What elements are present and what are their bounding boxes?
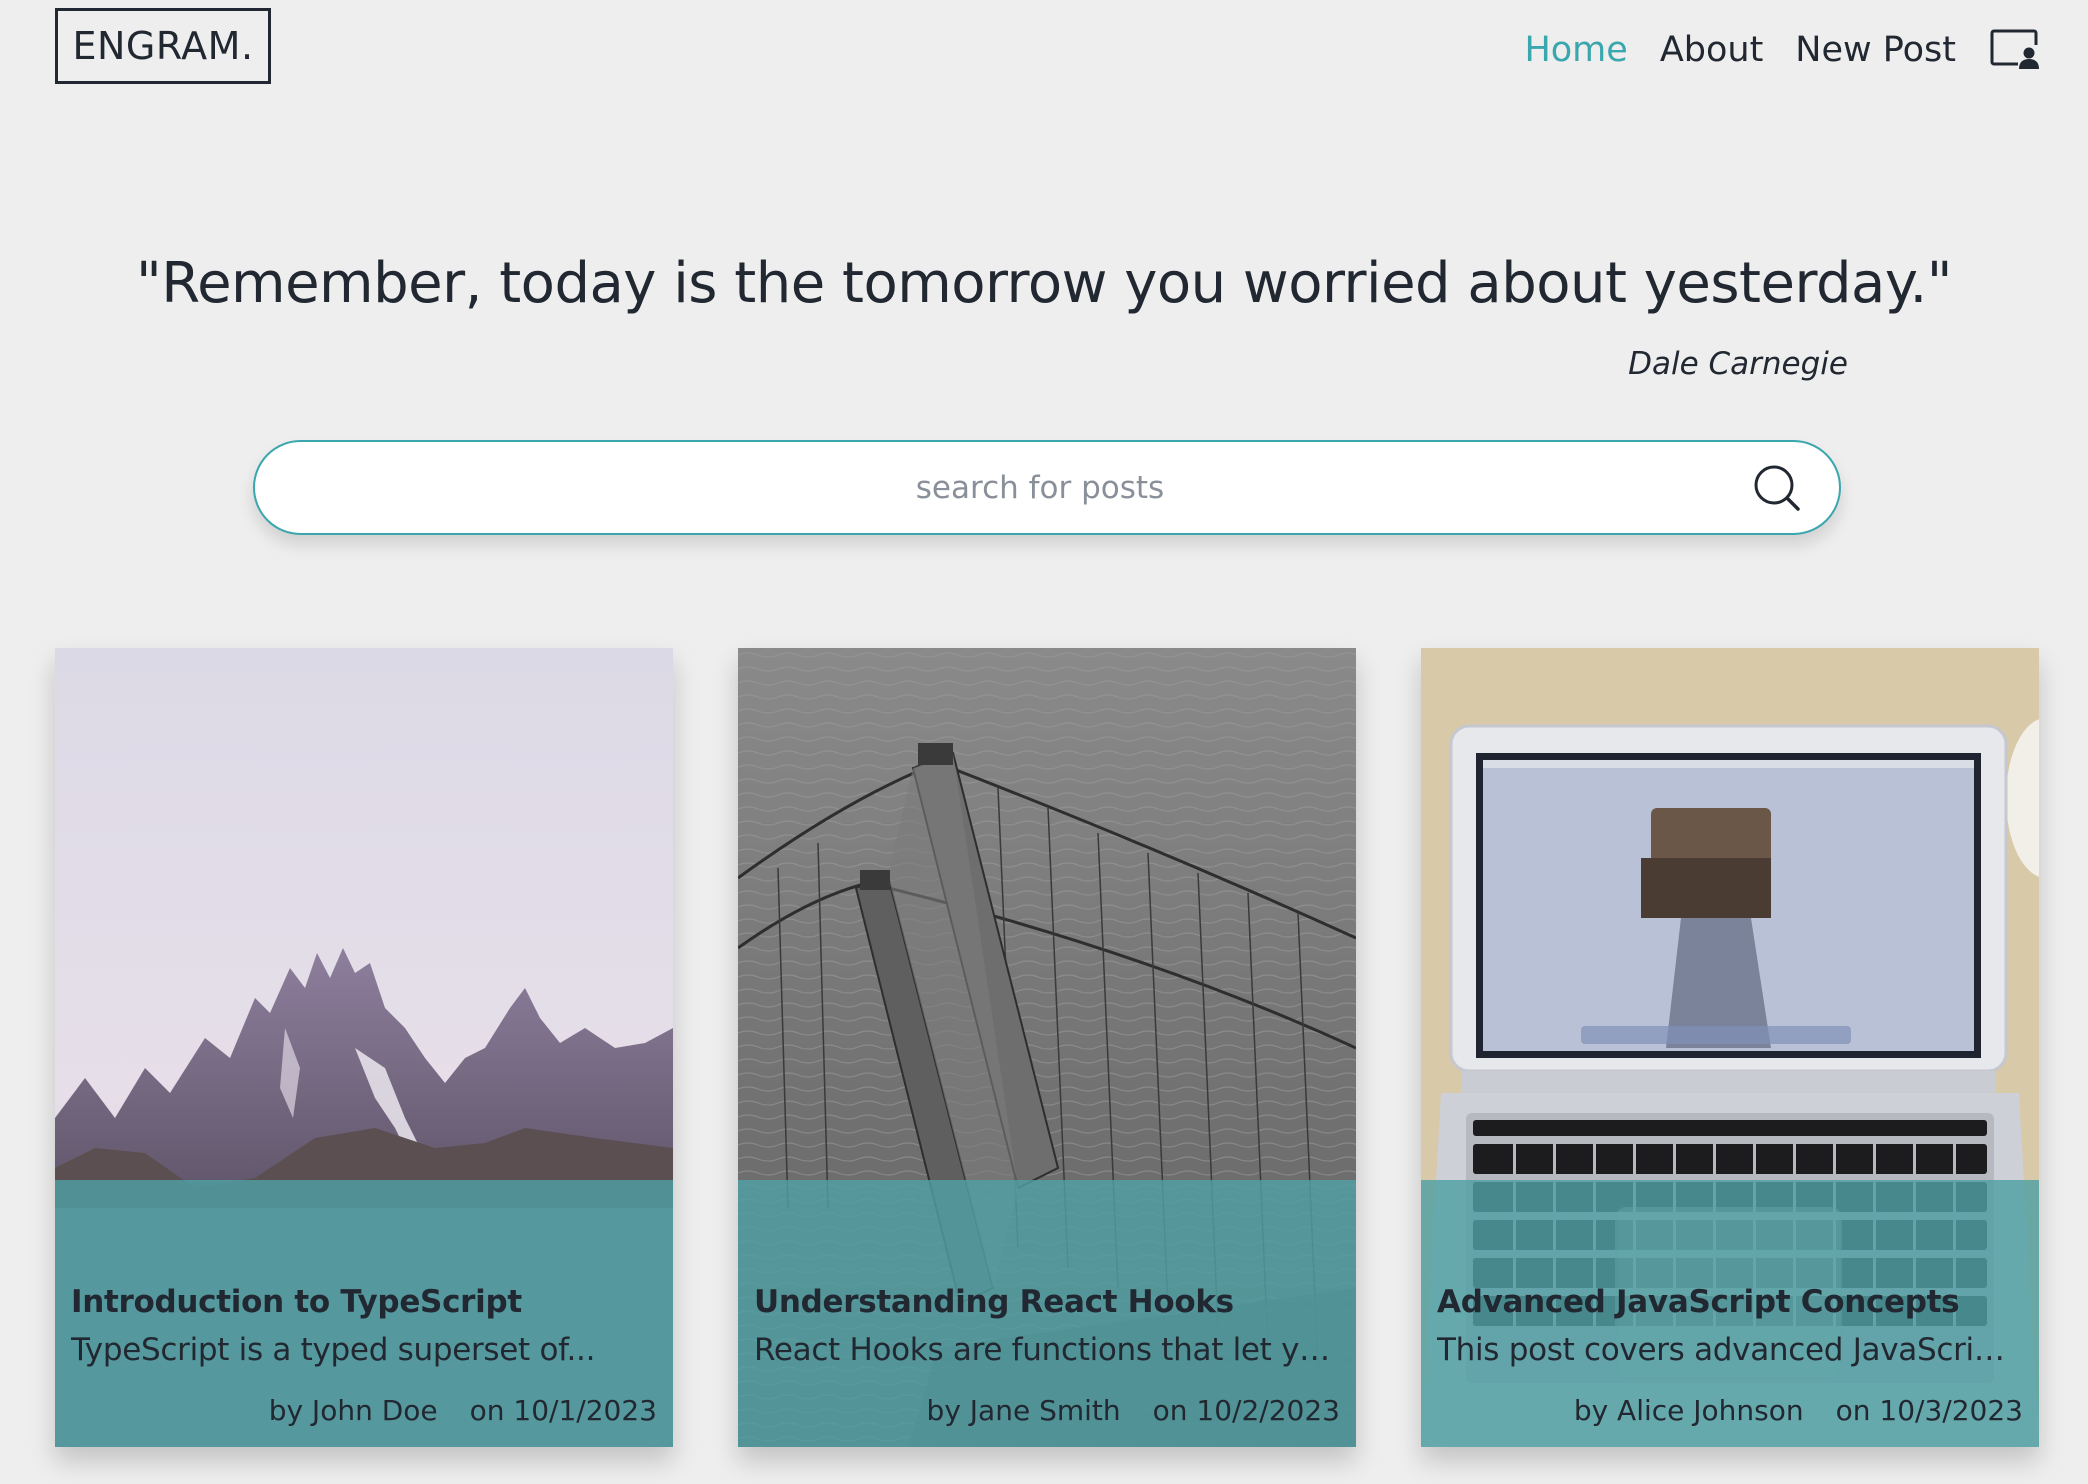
profile-card-icon-graphic xyxy=(1990,29,2039,69)
post-card-meta: by John Doe on 10/1/2023 xyxy=(269,1394,657,1427)
post-card-date: on 10/3/2023 xyxy=(1835,1394,2023,1427)
post-card-meta: by Alice Johnson on 10/3/2023 xyxy=(1574,1394,2023,1427)
post-card-overlay: Introduction to TypeScript TypeScript is… xyxy=(55,1180,673,1447)
post-card-author: by Jane Smith xyxy=(926,1394,1121,1427)
post-card-title: Introduction to TypeScript xyxy=(71,1284,522,1320)
quote-text: "Remember, today is the tomorrow you wor… xyxy=(135,251,1953,316)
post-card-excerpt: React Hooks are functions that let you u… xyxy=(754,1332,1338,1368)
post-card-excerpt: This post covers advanced JavaScript... xyxy=(1437,1332,2021,1368)
main-nav: Home About New Post xyxy=(1524,22,2040,78)
post-card-date: on 10/1/2023 xyxy=(469,1394,657,1427)
post-card[interactable]: Understanding React Hooks React Hooks ar… xyxy=(738,648,1356,1447)
profile-card-icon[interactable] xyxy=(1990,27,2040,73)
post-card-author: by Alice Johnson xyxy=(1573,1394,1804,1427)
search-bar xyxy=(253,440,1841,535)
post-card[interactable]: Introduction to TypeScript TypeScript is… xyxy=(55,648,673,1447)
nav-about-link[interactable]: About xyxy=(1660,30,1763,70)
post-card-date: on 10/2/2023 xyxy=(1152,1394,1340,1427)
search-input[interactable] xyxy=(255,441,1737,534)
post-card-author: by John Doe xyxy=(268,1394,438,1427)
post-card-grid: Introduction to TypeScript TypeScript is… xyxy=(55,648,2039,1447)
site-logo[interactable]: ENGRAM. xyxy=(55,8,271,84)
post-card-meta: by Jane Smith on 10/2/2023 xyxy=(927,1394,1340,1427)
quote-author: Dale Carnegie xyxy=(1628,346,1848,382)
nav-home-link[interactable]: Home xyxy=(1524,30,1627,70)
post-card-title: Understanding React Hooks xyxy=(754,1284,1234,1320)
post-card-excerpt: TypeScript is a typed superset of... xyxy=(71,1332,596,1368)
nav-new-post-link[interactable]: New Post xyxy=(1795,30,1956,70)
post-card[interactable]: Advanced JavaScript Concepts This post c… xyxy=(1421,648,2039,1447)
search-button[interactable] xyxy=(1737,448,1817,528)
search-icon xyxy=(1754,465,1800,511)
post-card-title: Advanced JavaScript Concepts xyxy=(1437,1284,1960,1320)
post-card-overlay: Understanding React Hooks React Hooks ar… xyxy=(738,1180,1356,1447)
post-card-overlay: Advanced JavaScript Concepts This post c… xyxy=(1421,1180,2039,1447)
